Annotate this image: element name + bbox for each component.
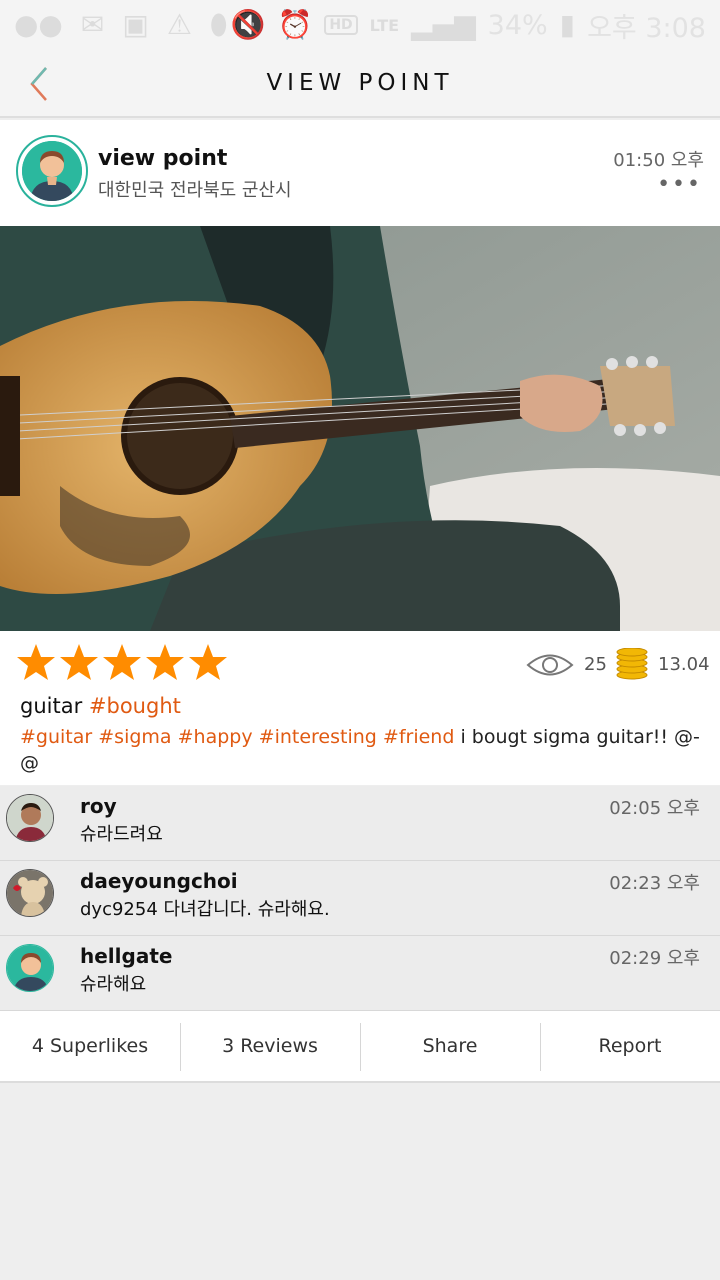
- gallery-notification-icon: ▣: [122, 8, 149, 41]
- commenter-name[interactable]: daeyoungchoi: [80, 869, 238, 893]
- superlikes-button[interactable]: 4 Superlikes: [0, 1011, 180, 1081]
- mute-icon: 🔇: [230, 8, 266, 41]
- star-icon: [146, 644, 184, 680]
- share-button[interactable]: Share: [360, 1011, 540, 1081]
- comment-item[interactable]: daeyoungchoi dyc9254 다녀갑니다. 슈라해요. 02:23 …: [0, 861, 720, 936]
- coins-icon: [616, 648, 648, 680]
- post-tags-body: #guitar #sigma #happy #interesting #frie…: [20, 724, 710, 776]
- comment-item[interactable]: hellgate 슈라해요 02:29 오후: [0, 936, 720, 1011]
- commenter-avatar[interactable]: [6, 944, 54, 992]
- report-button[interactable]: Report: [540, 1011, 720, 1081]
- comment-text: 슈라드려요: [80, 824, 163, 845]
- comment-list: roy 슈라드려요 02:05 오후 daeyoungchoi dyc9254 …: [0, 786, 720, 1011]
- hashtag-interesting[interactable]: #interesting: [259, 726, 377, 748]
- more-options-icon[interactable]: •••: [657, 172, 702, 197]
- view-count: 25: [584, 654, 607, 675]
- caption-hashtag[interactable]: #bought: [89, 694, 181, 718]
- message-notification-icon: ✉: [80, 8, 105, 41]
- comment-time: 02:29 오후: [609, 948, 700, 969]
- commenter-avatar[interactable]: [6, 794, 54, 842]
- post-stats: 25 13.04: [0, 640, 720, 686]
- alarm-icon: ⏰: [277, 8, 313, 41]
- page-title: VIEW POINT: [266, 70, 454, 96]
- post-header: view point 대한민국 전라북도 군산시 01:50 오후 •••: [0, 120, 720, 226]
- person-icon: [22, 141, 82, 201]
- post-action-bar: 4 Superlikes 3 Reviews Share Report: [0, 1011, 720, 1083]
- battery-percent: 34%: [487, 9, 548, 41]
- app-header: VIEW POINT: [0, 50, 720, 118]
- post-time: 01:50 오후: [613, 150, 704, 171]
- person-icon: [7, 945, 53, 991]
- caption-text: guitar: [20, 694, 83, 718]
- commenter-avatar[interactable]: [6, 869, 54, 917]
- clock: 오후 3:08: [587, 12, 706, 44]
- hashtag-friend[interactable]: #friend: [383, 726, 455, 748]
- battery-icon: ▮: [559, 8, 576, 41]
- commenter-name[interactable]: roy: [80, 794, 117, 818]
- star-icon: [17, 644, 55, 680]
- post-location: 대한민국 전라북도 군산시: [98, 180, 292, 201]
- comment-text: dyc9254 다녀갑니다. 슈라해요.: [80, 899, 330, 920]
- hashtag-sigma[interactable]: #sigma: [98, 726, 171, 748]
- author-avatar[interactable]: [16, 135, 88, 207]
- reviews-button[interactable]: 3 Reviews: [180, 1011, 360, 1081]
- coin-value: 13.04: [658, 654, 710, 675]
- comment-time: 02:23 오후: [609, 873, 700, 894]
- post-caption: guitar #bought: [20, 694, 181, 718]
- status-bar: ●● ✉ ▣ ⚠ ⬮ 🔇 ⏰ HD LTE ▂▄▆ 34% ▮ 오후 3:08: [0, 0, 720, 50]
- eye-icon: [526, 654, 574, 676]
- hd-voice-badge: HD: [324, 15, 358, 35]
- comment-item[interactable]: roy 슈라드려요 02:05 오후: [0, 786, 720, 861]
- chat-notification-icon: ●●: [14, 8, 63, 41]
- teddy-bear-photo-icon: [7, 870, 53, 916]
- profile-photo-icon: [7, 795, 53, 841]
- star-icon: [103, 644, 141, 680]
- author-name[interactable]: view point: [98, 146, 227, 171]
- network-type: LTE: [369, 15, 400, 35]
- comment-text: 슈라해요: [80, 974, 147, 995]
- signal-icon: ▂▄▆: [411, 8, 476, 41]
- warning-icon: ⚠: [166, 8, 192, 41]
- commenter-name[interactable]: hellgate: [80, 944, 172, 968]
- star-icon: [60, 644, 98, 680]
- comment-time: 02:05 오후: [609, 798, 700, 819]
- star-icon: [189, 644, 227, 680]
- post-photo[interactable]: [0, 226, 720, 631]
- hashtag-guitar[interactable]: #guitar: [20, 726, 92, 748]
- hashtag-happy[interactable]: #happy: [178, 726, 253, 748]
- guitar-photo: [0, 226, 720, 631]
- rating-stars: [16, 642, 228, 682]
- post-card: view point 대한민국 전라북도 군산시 01:50 오후 ••• 25…: [0, 120, 720, 785]
- location-icon: ⬮: [209, 8, 228, 41]
